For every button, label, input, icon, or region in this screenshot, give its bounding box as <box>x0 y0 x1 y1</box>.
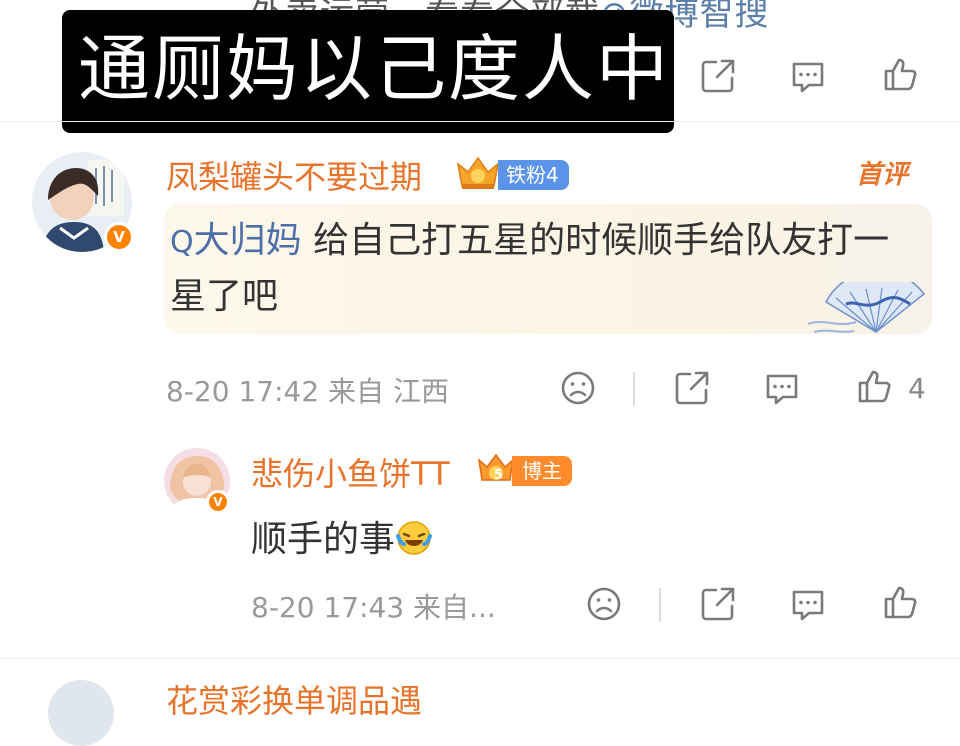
comment-username[interactable]: 凤梨罐头不要过期 <box>166 152 422 198</box>
sad-face-icon <box>561 371 595 405</box>
reply-text: 顺手的事 <box>251 510 433 566</box>
reply-username[interactable]: 悲伤小鱼饼TT <box>251 449 450 495</box>
like-count: 4 <box>908 372 926 405</box>
comment-button-prev[interactable] <box>788 56 828 96</box>
crown-icon <box>454 154 502 192</box>
reply-source: 来自... <box>413 591 496 624</box>
mention-link[interactable]: Q大归妈 <box>170 220 302 261</box>
share-icon <box>675 371 709 405</box>
dislike-button[interactable] <box>584 584 624 624</box>
divider <box>659 588 661 622</box>
comment-date: 8-20 17:42 <box>166 375 320 408</box>
reply-meta: 8-20 17:43 来自... <box>251 586 496 626</box>
v-icon: V <box>113 228 125 246</box>
thumbs-up-icon <box>858 370 891 403</box>
v-icon: V <box>213 495 223 509</box>
thumbs-up-icon <box>884 586 917 619</box>
next-comment-username[interactable]: 花赏彩换单调品遇 <box>166 676 422 722</box>
next-avatar[interactable] <box>48 680 114 746</box>
laughing-crying-emoji <box>395 519 433 566</box>
share-button[interactable] <box>698 584 738 624</box>
dislike-button[interactable] <box>558 368 598 408</box>
share-button-prev[interactable] <box>698 56 738 96</box>
thumbs-up-icon <box>884 58 917 91</box>
divider <box>0 658 960 659</box>
comment-text: Q大归妈 给自己打五星的时候顺手给队友打一星了吧 <box>170 220 890 317</box>
share-button[interactable] <box>672 368 712 408</box>
like-button[interactable] <box>880 582 920 622</box>
folding-fan-decoration-icon <box>806 269 936 342</box>
comment-icon <box>766 374 798 405</box>
blogger-badge: 博主 <box>512 456 572 486</box>
reply-date: 8-20 17:43 <box>251 591 405 624</box>
verified-badge: V <box>206 490 230 514</box>
share-icon <box>701 587 735 621</box>
overlay-caption-text: 通厕妈以己度人中 <box>78 27 671 111</box>
comment-button[interactable] <box>762 368 802 408</box>
sad-face-icon <box>587 587 621 621</box>
first-comment-tag: 首评 <box>856 160 909 190</box>
comment-icon <box>792 590 824 621</box>
like-button[interactable] <box>854 366 894 406</box>
verified-badge: V <box>104 222 134 252</box>
like-button-prev[interactable] <box>880 54 920 94</box>
divider <box>0 121 960 122</box>
fan-level-badge: 铁粉4 <box>498 160 569 190</box>
comment-button[interactable] <box>788 584 828 624</box>
share-icon <box>701 59 735 93</box>
blogger-level: 5 <box>494 468 504 483</box>
comment-source: 来自 江西 <box>328 375 449 408</box>
search-icon: Q <box>170 225 194 260</box>
divider <box>633 372 635 406</box>
comment-meta: 8-20 17:42 来自 江西 <box>166 370 449 410</box>
comment-icon <box>792 62 824 93</box>
